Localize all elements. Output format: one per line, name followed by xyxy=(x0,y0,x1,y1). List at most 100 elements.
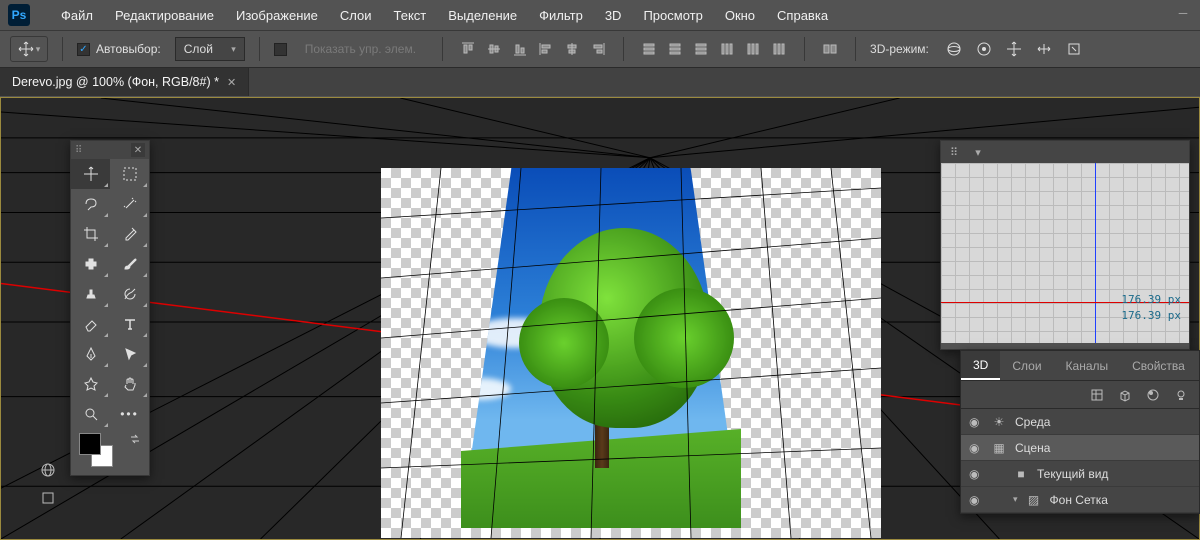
layer-scene[interactable]: ◉ ▦ Сцена xyxy=(961,435,1199,461)
menu-layer[interactable]: Слои xyxy=(329,2,383,29)
marquee-tool[interactable] xyxy=(110,159,149,189)
layer-label: Текущий вид xyxy=(1037,467,1108,481)
menu-help[interactable]: Справка xyxy=(766,2,839,29)
distribute-top-icon[interactable] xyxy=(638,38,660,60)
distribute-vcenter-icon[interactable] xyxy=(664,38,686,60)
tab-properties[interactable]: Свойства xyxy=(1120,351,1197,380)
layer-label: Фон Сетка xyxy=(1050,493,1108,507)
layer-background-mesh[interactable]: ◉ ▾ ▨ Фон Сетка xyxy=(961,487,1199,513)
align-right-icon[interactable] xyxy=(587,38,609,60)
filter-material-icon[interactable] xyxy=(1145,387,1161,403)
move-tool[interactable] xyxy=(71,159,110,189)
visibility-icon[interactable]: ◉ xyxy=(969,467,983,481)
layer-current-view[interactable]: ◉ ■ Текущий вид xyxy=(961,461,1199,487)
type-tool[interactable] xyxy=(110,309,149,339)
close-icon[interactable]: ✕ xyxy=(131,143,145,157)
auto-align-icon[interactable] xyxy=(819,38,841,60)
magic-wand-tool[interactable] xyxy=(110,189,149,219)
filter-mesh-icon[interactable] xyxy=(1117,387,1133,403)
guide-vertical xyxy=(1095,163,1096,343)
spot-heal-tool[interactable] xyxy=(71,249,110,279)
filter-light-icon[interactable] xyxy=(1173,387,1189,403)
autoselect-checkbox[interactable]: ✓ Автовыбор: xyxy=(77,42,161,56)
menu-type[interactable]: Текст xyxy=(383,2,438,29)
scale-3d-icon[interactable] xyxy=(1063,38,1085,60)
swap-colors-icon[interactable] xyxy=(129,433,141,445)
align-hcenter-icon[interactable] xyxy=(561,38,583,60)
frame-icon[interactable] xyxy=(38,488,58,508)
edit-toolbar[interactable]: ••• xyxy=(110,399,149,429)
distribute-right-icon[interactable] xyxy=(768,38,790,60)
menu-edit[interactable]: Редактирование xyxy=(104,2,225,29)
lasso-tool[interactable] xyxy=(71,189,110,219)
hand-tool[interactable] xyxy=(110,369,149,399)
eyedropper-tool[interactable] xyxy=(110,219,149,249)
coordinate-readout: 176.39 px xyxy=(1121,309,1181,322)
document-image[interactable] xyxy=(461,168,741,528)
panel-3d[interactable]: 3D Слои Каналы Свойства ◉ ☀ Среда ◉ ▦ Сц… xyxy=(960,350,1200,514)
menu-view[interactable]: Просмотр xyxy=(632,2,713,29)
color-swatches[interactable] xyxy=(71,429,149,475)
zoom-tool[interactable] xyxy=(71,399,110,429)
panel-menu-icon[interactable]: ▾ xyxy=(971,145,985,159)
checkbox-icon: ✓ xyxy=(77,43,90,56)
grip-icon: ⠿ xyxy=(75,145,84,156)
visibility-icon[interactable]: ◉ xyxy=(969,441,983,455)
tab-channels[interactable]: Каналы xyxy=(1054,351,1121,380)
mode-3d-label: 3D-режим: xyxy=(870,42,929,56)
layer-environment[interactable]: ◉ ☀ Среда xyxy=(961,409,1199,435)
menu-select[interactable]: Выделение xyxy=(437,2,528,29)
panel-header[interactable]: ⠿ ▾ xyxy=(941,141,1189,163)
transform-controls-checkbox[interactable]: ✓ Показать упр. элем. xyxy=(274,38,428,60)
menu-image[interactable]: Изображение xyxy=(225,2,329,29)
distribute-bottom-icon[interactable] xyxy=(690,38,712,60)
crop-tool[interactable] xyxy=(71,219,110,249)
menu-filter[interactable]: Фильтр xyxy=(528,2,594,29)
document-tab-bar: Derevo.jpg @ 100% (Фон, RGB/8#) * ✕ xyxy=(0,68,1200,96)
align-vcenter-icon[interactable] xyxy=(483,38,505,60)
menu-file[interactable]: Файл xyxy=(50,2,104,29)
roll-3d-icon[interactable] xyxy=(973,38,995,60)
navigator-panel[interactable]: ⠿ ▾ 176.39 px 176.39 px xyxy=(940,140,1190,350)
pan-3d-icon[interactable] xyxy=(1003,38,1025,60)
tab-layers[interactable]: Слои xyxy=(1000,351,1053,380)
history-brush-tool[interactable] xyxy=(110,279,149,309)
visibility-icon[interactable]: ◉ xyxy=(969,493,983,507)
active-tool-indicator[interactable]: ▾ xyxy=(10,36,48,62)
menu-3d[interactable]: 3D xyxy=(594,2,633,29)
align-left-icon[interactable] xyxy=(535,38,557,60)
mode-3d-buttons xyxy=(943,38,1085,60)
filter-icons xyxy=(961,381,1199,409)
tab-3d[interactable]: 3D xyxy=(961,351,1000,380)
clone-stamp-tool[interactable] xyxy=(71,279,110,309)
align-bottom-icon[interactable] xyxy=(509,38,531,60)
pen-tool[interactable] xyxy=(71,339,110,369)
panel-header[interactable]: ⠿ ✕ xyxy=(71,141,149,159)
brush-tool[interactable] xyxy=(110,249,149,279)
path-select-tool[interactable] xyxy=(110,339,149,369)
close-icon[interactable]: ✕ xyxy=(227,76,236,89)
menu-window[interactable]: Окно xyxy=(714,2,766,29)
document-tab[interactable]: Derevo.jpg @ 100% (Фон, RGB/8#) * ✕ xyxy=(0,68,249,96)
shape-tool[interactable] xyxy=(71,369,110,399)
layer-dropdown[interactable]: Слой ▾ xyxy=(175,37,245,61)
foreground-swatch[interactable] xyxy=(79,433,101,455)
mesh-icon: ▨ xyxy=(1026,493,1042,507)
tools-panel[interactable]: ⠿ ✕ ••• xyxy=(70,140,150,476)
eraser-tool[interactable] xyxy=(71,309,110,339)
chevron-down-icon: ▾ xyxy=(231,44,236,55)
chevron-down-icon[interactable]: ▾ xyxy=(1013,494,1018,505)
slide-3d-icon[interactable] xyxy=(1033,38,1055,60)
app-icon: Ps xyxy=(8,4,30,26)
distribute-hcenter-icon[interactable] xyxy=(742,38,764,60)
distribute-left-icon[interactable] xyxy=(716,38,738,60)
visibility-icon[interactable]: ◉ xyxy=(969,415,983,429)
filter-scene-icon[interactable] xyxy=(1089,387,1105,403)
grip-icon: ⠿ xyxy=(947,145,961,159)
transform-label: Показать упр. элем. xyxy=(293,38,428,60)
align-top-icon[interactable] xyxy=(457,38,479,60)
navigator-grid[interactable]: 176.39 px 176.39 px xyxy=(941,163,1189,343)
globe-icon[interactable] xyxy=(38,460,58,480)
orbit-3d-icon[interactable] xyxy=(943,38,965,60)
minimize-icon[interactable]: ─ xyxy=(1176,6,1190,20)
